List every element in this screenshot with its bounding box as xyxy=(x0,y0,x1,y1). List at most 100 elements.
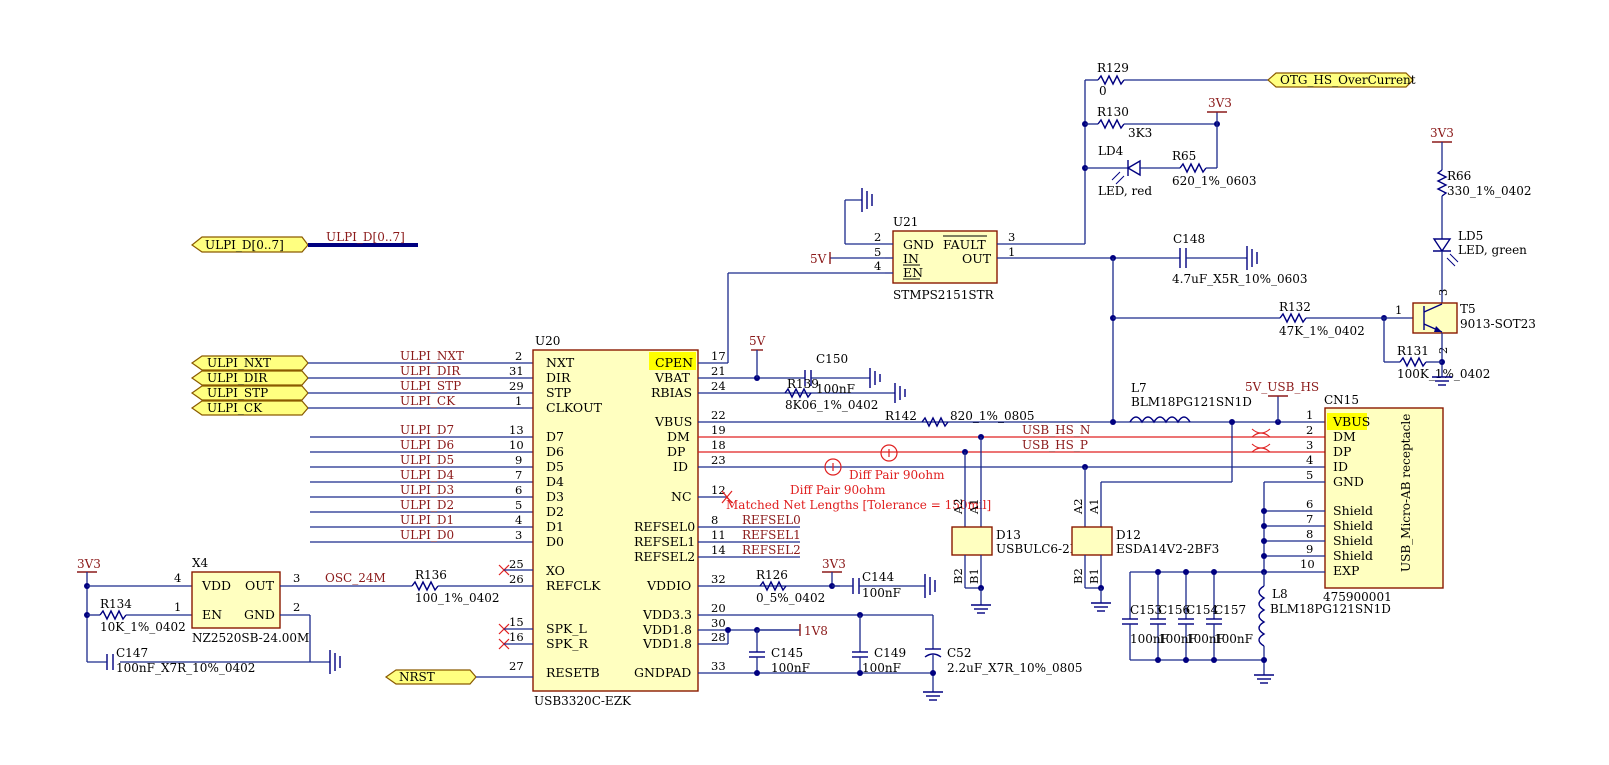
l7-inductor[interactable]: L7 BLM18PG121SN1D xyxy=(1129,381,1252,424)
svg-text:NRST: NRST xyxy=(399,670,435,684)
power-3v3-vddio: 3V3 xyxy=(822,557,846,571)
svg-text:RBIAS: RBIAS xyxy=(651,385,692,400)
schematic-svg: ULPI_D[0..7] ULPI_D[0..7] ULPI_NXT ULPI_… xyxy=(77,61,1536,708)
svg-text:VBAT: VBAT xyxy=(654,370,691,385)
svg-text:LD5: LD5 xyxy=(1458,229,1483,243)
d13-esd-protection[interactable]: D13 USBULC6-2F A2 A1 B2 B1 xyxy=(951,498,1078,584)
svg-text:GND: GND xyxy=(1333,474,1364,489)
port-nrst[interactable]: NRST xyxy=(384,669,477,685)
spk-nc-markers xyxy=(498,623,510,650)
ld5-led-green[interactable]: LD5 LED, green xyxy=(1432,229,1527,267)
net-osc-24m: OSC_24M xyxy=(325,571,386,585)
svg-text:C148: C148 xyxy=(1173,232,1205,246)
ld4-led-red[interactable]: LD4 LED, red xyxy=(1098,144,1152,198)
svg-text:R130: R130 xyxy=(1097,105,1129,119)
svg-text:DP: DP xyxy=(1333,444,1351,459)
port-ulpi-d[interactable]: ULPI_D[0..7] xyxy=(190,236,309,253)
svg-text:D3: D3 xyxy=(546,489,564,504)
svg-text:ESDA14V2-2BF3: ESDA14V2-2BF3 xyxy=(1116,542,1219,556)
svg-text:R134: R134 xyxy=(100,597,132,611)
svg-text:STMPS2151STR: STMPS2151STR xyxy=(893,288,995,302)
schematic-canvas: { "ports": { "ulpi_d": "ULPI_D[0..7]", "… xyxy=(0,0,1609,765)
svg-text:28: 28 xyxy=(711,630,726,644)
x4-oscillator[interactable]: X4 NZ2520SB-24.00M VDD OUT EN GND 3 2 xyxy=(191,556,309,645)
svg-text:L8: L8 xyxy=(1272,587,1288,601)
svg-text:RESETB: RESETB xyxy=(546,665,600,680)
net-ulpi-d-bus: ULPI_D[0..7] xyxy=(326,230,405,244)
svg-text:620_1%_0603: 620_1%_0603 xyxy=(1172,174,1256,188)
svg-text:20: 20 xyxy=(711,601,726,615)
port-ulpi-stp[interactable]: ULPI_STP xyxy=(190,385,309,401)
svg-text:100nF_X7R_10%_0402: 100nF_X7R_10%_0402 xyxy=(116,661,255,675)
svg-text:11: 11 xyxy=(711,528,726,542)
svg-text:2: 2 xyxy=(1306,423,1313,437)
svg-text:100nF: 100nF xyxy=(862,661,901,675)
svg-text:100nF: 100nF xyxy=(862,586,901,600)
c147-capacitor[interactable]: C147 100nF_X7R_10%_0402 xyxy=(106,646,255,675)
svg-text:BLM18PG121SN1D: BLM18PG121SN1D xyxy=(1131,395,1252,409)
svg-text:100nF: 100nF xyxy=(771,661,810,675)
ground-c150 xyxy=(869,368,881,388)
svg-text:REFSEL2: REFSEL2 xyxy=(634,549,695,564)
svg-text:ULPI_D[0..7]: ULPI_D[0..7] xyxy=(205,238,284,252)
svg-text:R126: R126 xyxy=(756,568,788,582)
svg-text:VDD3.3: VDD3.3 xyxy=(642,607,692,622)
svg-text:VDDIO: VDDIO xyxy=(646,578,691,593)
svg-text:D4: D4 xyxy=(546,474,564,489)
svg-text:OUT: OUT xyxy=(245,578,275,593)
svg-text:ID: ID xyxy=(673,459,688,474)
port-ulpi-nxt[interactable]: ULPI_NXT xyxy=(190,355,309,371)
svg-text:2: 2 xyxy=(293,600,300,614)
r66-resistor[interactable]: R66 330_1%_0402 xyxy=(1436,169,1531,198)
d12-esd-protection[interactable]: D12 ESDA14V2-2BF3 A2 A1 B2 B1 xyxy=(1071,498,1219,584)
svg-text:8K06_1%_0402: 8K06_1%_0402 xyxy=(785,398,878,412)
svg-text:R129: R129 xyxy=(1097,61,1129,75)
port-ulpi-dir[interactable]: ULPI_DIR xyxy=(190,370,309,386)
svg-text:Shield: Shield xyxy=(1333,533,1373,548)
svg-text:8: 8 xyxy=(711,513,718,527)
svg-text:C147: C147 xyxy=(116,646,148,660)
c148-capacitor[interactable]: C148 4.7uF_X5R_10%_0603 xyxy=(1172,232,1308,286)
svg-text:SPK_L: SPK_L xyxy=(546,621,587,636)
svg-text:3K3: 3K3 xyxy=(1128,126,1152,140)
net-ulpi-d1: ULPI_D1 xyxy=(400,513,454,527)
c144-capacitor[interactable]: C144 100nF xyxy=(832,570,925,600)
c52-capacitor[interactable]: C52 2.2uF_X7R_10%_0805 xyxy=(924,646,1083,675)
r142-resistor[interactable]: R142 820_1%_0805 xyxy=(885,409,1034,428)
svg-text:D7: D7 xyxy=(546,429,564,444)
r132-resistor[interactable]: R132 47K_1%_0402 xyxy=(1279,300,1365,338)
shield-capacitors[interactable]: C153 C156 C154 C157 100nF 100nF 100nF 10… xyxy=(1122,572,1264,661)
diff-pair-cross-marker xyxy=(1251,428,1271,453)
svg-text:7: 7 xyxy=(515,468,522,482)
svg-text:10: 10 xyxy=(1300,557,1315,571)
power-5v-u21: 5V xyxy=(810,252,827,266)
svg-text:3: 3 xyxy=(515,528,522,542)
net-ulpi-d5: ULPI_D5 xyxy=(400,453,454,467)
svg-text:4: 4 xyxy=(1306,453,1313,467)
svg-text:D13: D13 xyxy=(996,528,1021,542)
svg-text:VDD1.8: VDD1.8 xyxy=(642,636,692,651)
svg-text:10K_1%_0402: 10K_1%_0402 xyxy=(100,620,186,634)
svg-text:3: 3 xyxy=(293,571,300,585)
net-ulpi-nxt: ULPI_NXT xyxy=(400,349,464,363)
svg-text:FAULT: FAULT xyxy=(943,237,986,252)
svg-text:5: 5 xyxy=(1306,468,1313,482)
svg-text:30: 30 xyxy=(711,616,726,630)
svg-text:DM: DM xyxy=(667,429,690,444)
port-otg-hs-overcurrent[interactable]: OTG_HS_OverCurrent xyxy=(1267,72,1416,88)
ground-d12 xyxy=(1091,602,1111,612)
svg-text:100K_1%_0402: 100K_1%_0402 xyxy=(1397,367,1490,381)
port-ulpi-ck[interactable]: ULPI_CK xyxy=(190,400,309,416)
svg-text:ID: ID xyxy=(1333,459,1348,474)
svg-text:EN: EN xyxy=(903,265,923,280)
svg-text:31: 31 xyxy=(509,364,524,378)
svg-text:XO: XO xyxy=(546,563,565,578)
svg-text:0_5%_0402: 0_5%_0402 xyxy=(756,591,825,605)
svg-text:GND: GND xyxy=(244,607,275,622)
r130-resistor[interactable]: R130 3K3 xyxy=(1097,105,1152,140)
power-1v8: 1V8 xyxy=(804,624,828,638)
svg-text:2.2uF_X7R_10%_0805: 2.2uF_X7R_10%_0805 xyxy=(947,661,1083,675)
u21-stmps2151[interactable]: U21 STMPS2151STR GND IN EN FAULT OUT 2 5… xyxy=(874,215,1015,302)
svg-text:2: 2 xyxy=(515,349,522,363)
svg-text:15: 15 xyxy=(509,615,524,629)
